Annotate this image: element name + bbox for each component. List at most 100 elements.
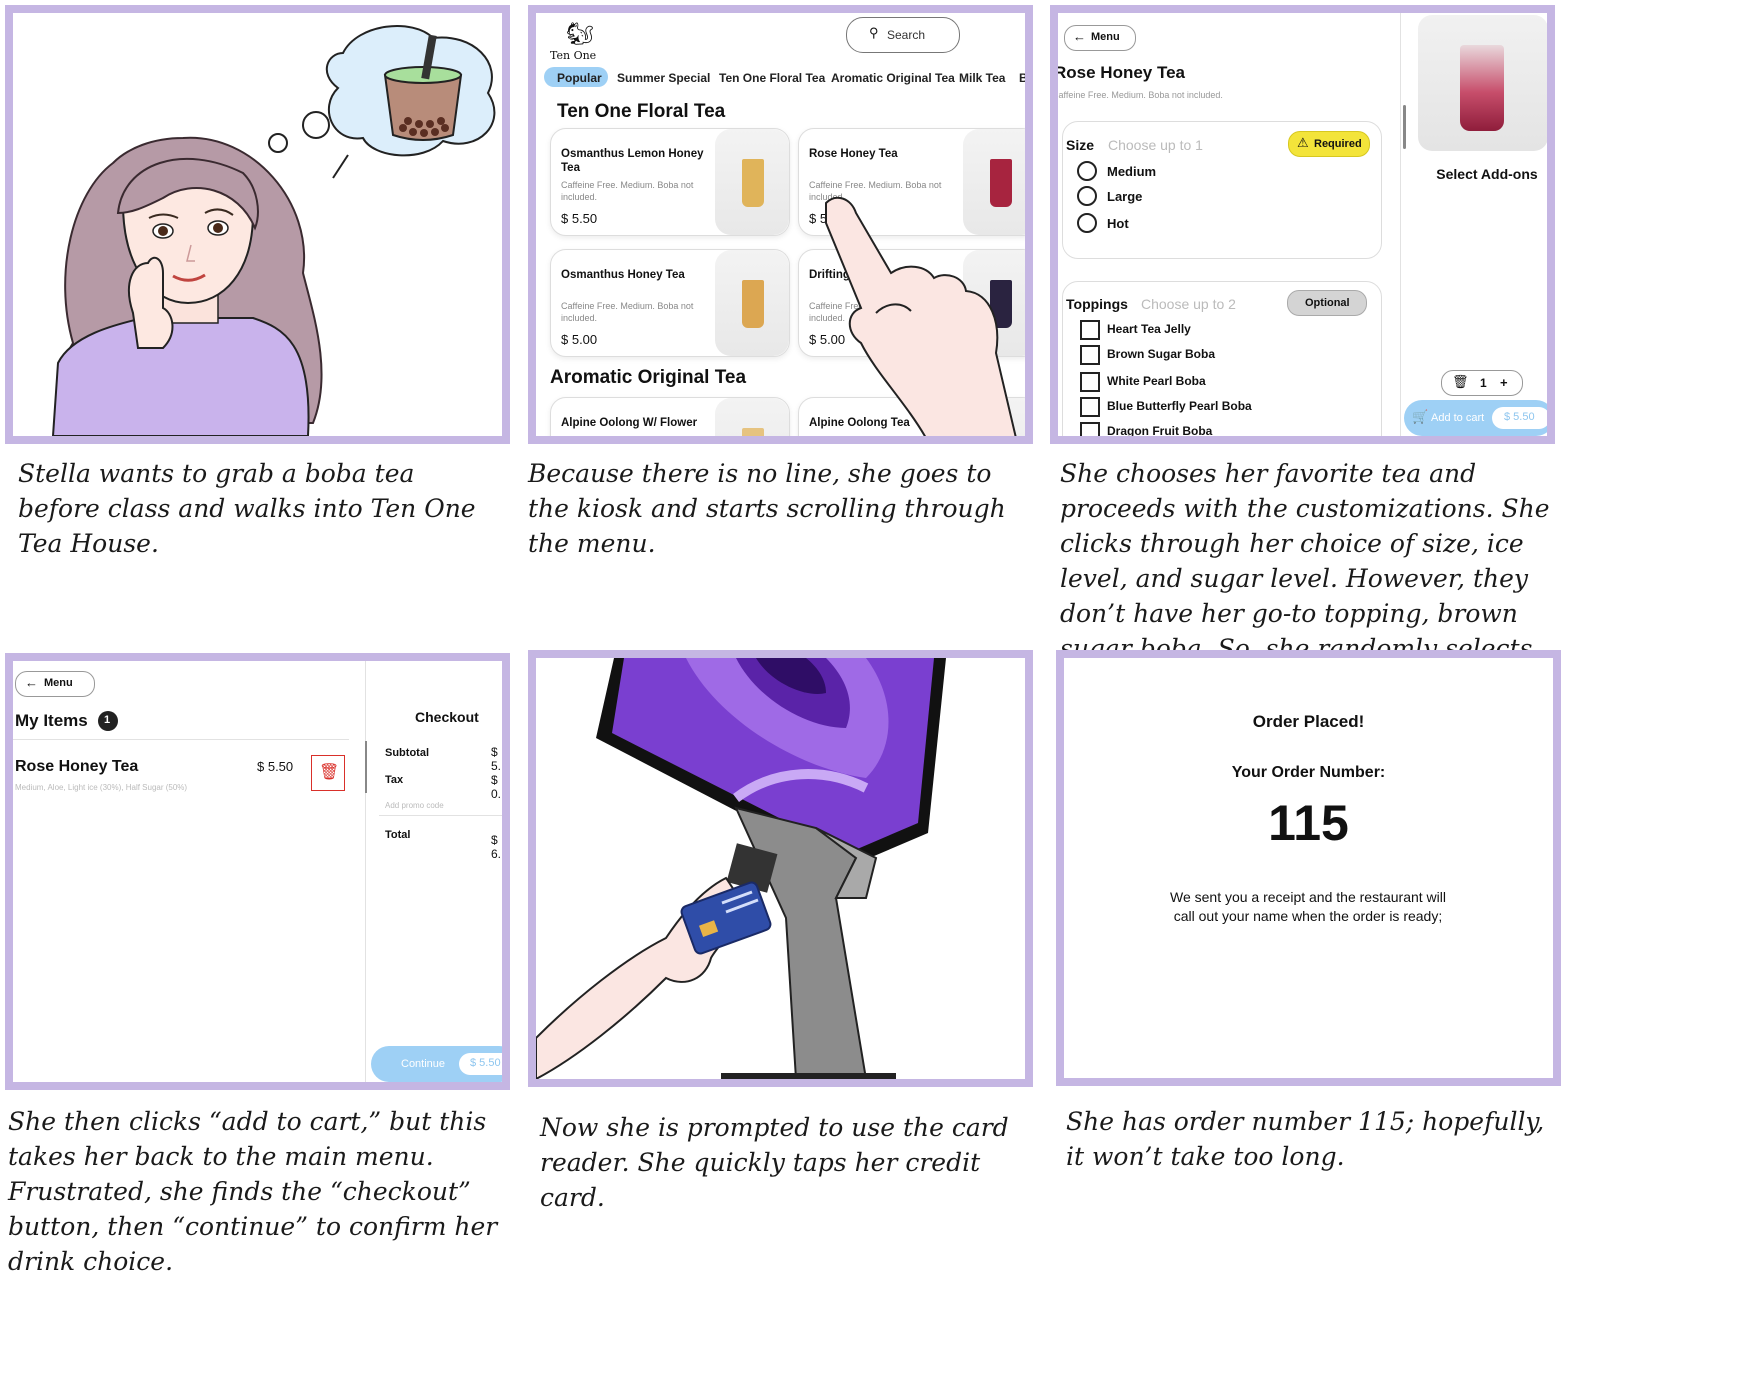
- panel-divider: [365, 661, 366, 1082]
- size-option-large: Large: [1107, 189, 1143, 204]
- topping-checkbox-blue-butterfly[interactable]: [1080, 397, 1100, 417]
- tab-milk-tea[interactable]: Milk Tea: [959, 71, 1005, 85]
- menu-card-osmanthus-honey[interactable]: Osmanthus Honey Tea Caffeine Free. Mediu…: [550, 249, 790, 357]
- panel-menu-screen: 🐿 Ten One ⚲ Search Popular Summer Specia…: [528, 5, 1033, 444]
- caption-2: Because there is no line, she goes to th…: [528, 459, 1006, 558]
- continue-label: Continue: [401, 1058, 446, 1070]
- panel-divider: [1400, 13, 1401, 436]
- subtotal-label: Subtotal: [385, 747, 429, 759]
- order-placed-heading: Order Placed!: [1252, 712, 1365, 731]
- caption-4: She then clicks “add to cart,” but this …: [8, 1107, 498, 1276]
- brand-name: Ten One: [550, 49, 597, 62]
- tax-label: Tax: [385, 774, 404, 786]
- continue-button[interactable]: Continue $ 5.50: [371, 1046, 502, 1082]
- optional-badge: Optional: [1287, 290, 1367, 316]
- item-name: Osmanthus Lemon Honey Tea: [561, 148, 704, 174]
- arrow-left-icon: ←: [1073, 29, 1086, 44]
- delete-item-button[interactable]: 🗑: [311, 755, 345, 791]
- item-desc: Caffeine Free. Medium. Boba not included…: [561, 180, 694, 202]
- promo-code-input[interactable]: Add promo code: [385, 801, 444, 810]
- caption-6: She has order number 115; hopefully, it …: [1066, 1107, 1545, 1171]
- back-label: Menu: [44, 677, 73, 689]
- topping-blue-butterfly: Blue Butterfly Pearl Boba: [1107, 399, 1252, 413]
- item-desc: Caffeine Free. Medium. Boba not included…: [561, 301, 694, 323]
- required-badge: ⚠ Required: [1288, 131, 1370, 157]
- size-radio-medium[interactable]: [1077, 161, 1097, 181]
- topping-checkbox-dragon-fruit[interactable]: [1080, 422, 1100, 436]
- panel-order-placed: Order Placed! Your Order Number: 115 We …: [1056, 650, 1561, 1086]
- cart-icon: 🛒: [1412, 409, 1429, 424]
- panel-cart-checkout: ← Menu My Items 1 Rose Honey Tea $ 5.50 …: [5, 653, 510, 1090]
- tab-popular-label: Popular: [557, 71, 602, 85]
- item-thumbnail: [715, 129, 789, 235]
- quantity-value: 1: [1480, 376, 1487, 390]
- topping-brown-sugar: Brown Sugar Boba: [1107, 347, 1216, 361]
- topping-heart-jelly: Heart Tea Jelly: [1107, 322, 1191, 336]
- cart-item-details: Medium, Aloe, Light ice (30%), Half Suga…: [15, 783, 188, 792]
- tab-aromatic-original[interactable]: Aromatic Original Tea: [831, 71, 955, 85]
- topping-white-pearl: White Pearl Boba: [1107, 374, 1206, 388]
- topping-checkbox-heart-jelly[interactable]: [1080, 320, 1100, 340]
- order-number-label: Your Order Number:: [1231, 764, 1386, 781]
- panel-card-reader: [528, 650, 1033, 1087]
- cart-item-price: $ 5.50: [257, 759, 294, 774]
- search-placeholder: Search: [887, 28, 926, 42]
- back-label: Menu: [1091, 31, 1120, 43]
- scrollbar[interactable]: [1403, 105, 1406, 149]
- item-name: Alpine Oolong W/ Flower: [561, 417, 698, 429]
- panel-stella-thinking: [5, 5, 510, 444]
- cart-item-name: Rose Honey Tea: [15, 758, 139, 775]
- topping-checkbox-white-pearl[interactable]: [1080, 372, 1100, 392]
- order-number: 115: [1268, 795, 1349, 851]
- back-to-menu-button[interactable]: ← Menu: [1064, 25, 1136, 51]
- tab-summer-special[interactable]: Summer Special: [617, 71, 710, 85]
- item-price: $ 5.00: [561, 332, 598, 347]
- quantity-stepper[interactable]: 🗑 1 +: [1441, 370, 1523, 396]
- cart-price: $ 5.50: [1504, 411, 1535, 423]
- size-option-hot: Hot: [1107, 216, 1129, 231]
- pointing-hand-illustration: [825, 196, 1017, 436]
- add-ons-heading: Select Add-ons: [1436, 166, 1538, 182]
- item-subtitle: Caffeine Free. Medium. Boba not included…: [1052, 90, 1223, 100]
- item-price: $ 5.50: [561, 211, 598, 226]
- item-count-badge: 1: [98, 711, 118, 731]
- toppings-hint: Choose up to 2: [1141, 296, 1236, 312]
- item-count: 1: [104, 714, 111, 726]
- menu-card-alpine-oolong-flower[interactable]: Alpine Oolong W/ Flower: [550, 397, 790, 436]
- subtotal-value: $ 5.: [491, 745, 502, 773]
- menu-card-osmanthus-lemon[interactable]: Osmanthus Lemon Honey Tea Caffeine Free.…: [550, 128, 790, 236]
- item-thumbnail: [715, 250, 789, 356]
- plus-icon[interactable]: +: [1500, 375, 1508, 390]
- size-option-medium: Medium: [1107, 164, 1157, 179]
- size-radio-large[interactable]: [1077, 186, 1097, 206]
- add-to-cart-button[interactable]: 🛒 Add to cart $ 5.50: [1404, 400, 1547, 436]
- optional-label: Optional: [1305, 297, 1350, 309]
- receipt-message: We sent you a receipt and the restaurant…: [1169, 889, 1446, 924]
- arrow-left-icon: ←: [25, 675, 38, 690]
- topping-checkbox-brown-sugar[interactable]: [1080, 345, 1100, 365]
- item-title: Rose Honey Tea: [1054, 63, 1186, 82]
- trash-icon: 🗑: [319, 764, 340, 781]
- tab-floral-tea[interactable]: Ten One Floral Tea: [719, 71, 825, 85]
- total-label: Total: [385, 829, 411, 841]
- divider: [13, 739, 349, 740]
- trash-icon[interactable]: 🗑: [1452, 374, 1469, 390]
- search-bar[interactable]: ⚲ Search: [846, 17, 960, 53]
- drink-photo: [1418, 15, 1547, 151]
- tab-more[interactable]: B: [1019, 71, 1025, 85]
- warning-icon: ⚠: [1297, 135, 1309, 150]
- scrollbar[interactable]: [365, 741, 367, 793]
- caption-5: Now she is prompted to use the card read…: [540, 1113, 1009, 1212]
- continue-price: $ 5.50: [470, 1057, 501, 1069]
- size-radio-hot[interactable]: [1077, 213, 1097, 233]
- panel-item-detail: ← Menu Rose Honey Tea Caffeine Free. Med…: [1050, 5, 1555, 444]
- required-label: Required: [1314, 138, 1362, 150]
- back-to-menu-button[interactable]: ← Menu: [15, 671, 95, 697]
- divider: [379, 815, 502, 816]
- total-value: $ 6.: [491, 833, 502, 861]
- squirrel-logo-icon: 🐿: [566, 21, 594, 46]
- item-name: Osmanthus Honey Tea: [561, 269, 685, 281]
- my-items-heading: My Items: [15, 711, 88, 730]
- size-label: Size: [1066, 137, 1095, 153]
- toppings-label: Toppings: [1066, 296, 1128, 312]
